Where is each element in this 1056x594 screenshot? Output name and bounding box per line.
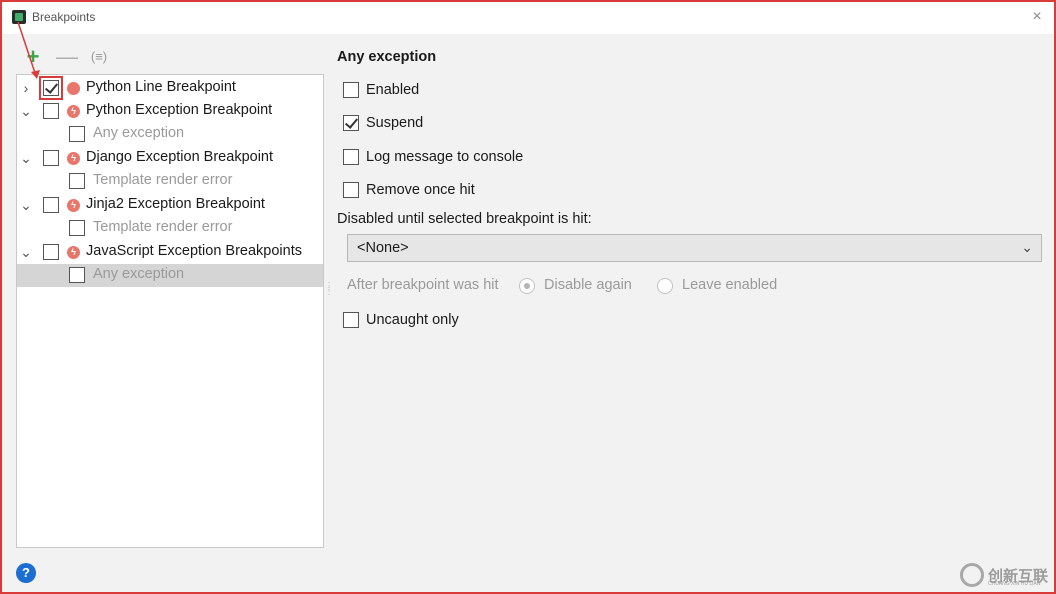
breakpoints-dialog: Breakpoints × + — (≡) › Python Line Brea… [0,0,1056,594]
disable-again-label: Disable again [544,277,632,293]
enabled-label: Enabled [366,82,420,98]
tree-item-checkbox[interactable] [69,267,85,283]
tree-item-label: Any exception [93,266,185,282]
tree-item-label: Django Exception Breakpoint [86,149,274,165]
tree-item-checkbox[interactable] [69,126,85,142]
tree-item-label: JavaScript Exception Breakpoints [86,243,302,259]
remove-once-hit-label: Remove once hit [366,182,475,198]
breakpoint-dot-icon [67,82,80,95]
tree-item-label: Any exception [93,125,185,141]
breakpoint-tree[interactable]: › Python Line Breakpoint ⌄ ϟ Python Exce… [16,74,324,548]
tree-item-checkbox[interactable] [69,173,85,189]
remove-once-hit-checkbox[interactable] [343,182,359,198]
tree-row[interactable]: Any exception [17,123,323,146]
splitter-handle[interactable]: ⋮ ⋮ [324,282,334,304]
log-message-label: Log message to console [366,149,524,165]
remove-breakpoint-button[interactable]: — [56,46,78,68]
log-message-checkbox[interactable] [343,149,359,165]
watermark-subtext: CHUANG XIN HU LIAN [988,581,1041,587]
tree-item-checkbox[interactable] [69,220,85,236]
chevron-down-icon[interactable]: ⌄ [19,244,33,260]
pycharm-app-icon [12,10,26,24]
exception-breakpoint-icon: ϟ [67,105,80,118]
chevron-down-icon[interactable]: ⌄ [19,103,33,119]
tree-row[interactable]: › Python Line Breakpoint [17,76,323,100]
tree-item-checkbox[interactable] [43,150,59,166]
watermark-logo: 创新互联 CHUANG XIN HU LIAN [960,563,1056,589]
leave-enabled-label: Leave enabled [682,277,778,293]
leave-enabled-radio[interactable] [657,278,673,294]
tree-item-checkbox[interactable] [43,103,59,119]
tree-item-label: Template render error [93,172,233,188]
group-by-file-button[interactable]: (≡) [88,46,110,68]
tree-row[interactable]: Template render error [17,170,323,193]
tree-item-label: Python Exception Breakpoint [86,102,273,118]
tree-row[interactable]: ⌄ ϟ Jinja2 Exception Breakpoint [17,194,323,217]
window-title: Breakpoints [32,10,96,24]
chevron-down-icon[interactable]: ⌄ [19,150,33,166]
disabled-until-label: Disabled until selected breakpoint is hi… [337,211,592,227]
enabled-checkbox[interactable] [343,82,359,98]
help-icon[interactable]: ? [16,563,36,583]
chevron-right-icon[interactable]: › [19,80,33,96]
disabled-until-select[interactable]: <None> ⌄ [347,234,1042,262]
tree-item-checkbox[interactable] [43,244,59,260]
disable-again-radio[interactable] [519,278,535,294]
after-hit-label: After breakpoint was hit [347,277,499,293]
tree-item-checkbox[interactable] [43,197,59,213]
suspend-checkbox[interactable] [343,115,359,131]
select-value: <None> [357,240,409,256]
exception-breakpoint-icon: ϟ [67,246,80,259]
add-breakpoint-button[interactable]: + [22,46,44,68]
tree-item-checkbox[interactable] [39,76,63,100]
tree-item-label: Python Line Breakpoint [86,79,236,95]
tree-row-selected[interactable]: Any exception [17,264,323,287]
tree-item-label: Template render error [93,219,233,235]
close-icon[interactable]: × [1028,8,1046,26]
uncaught-only-checkbox[interactable] [343,312,359,328]
tree-row[interactable]: Template render error [17,217,323,240]
tree-row[interactable]: ⌄ ϟ JavaScript Exception Breakpoints [17,241,323,264]
suspend-label: Suspend [366,115,424,131]
watermark-icon [960,563,984,587]
tree-item-label: Jinja2 Exception Breakpoint [86,196,265,212]
title-bar: Breakpoints × [2,2,1054,34]
tree-row[interactable]: ⌄ ϟ Python Exception Breakpoint [17,100,323,123]
exception-breakpoint-icon: ϟ [67,199,80,212]
detail-title: Any exception [337,49,437,65]
tree-row[interactable]: ⌄ ϟ Django Exception Breakpoint [17,147,323,170]
chevron-down-icon[interactable]: ⌄ [19,197,33,213]
uncaught-only-label: Uncaught only [366,312,459,328]
chevron-down-icon[interactable]: ⌄ [1021,239,1033,256]
exception-breakpoint-icon: ϟ [67,152,80,165]
